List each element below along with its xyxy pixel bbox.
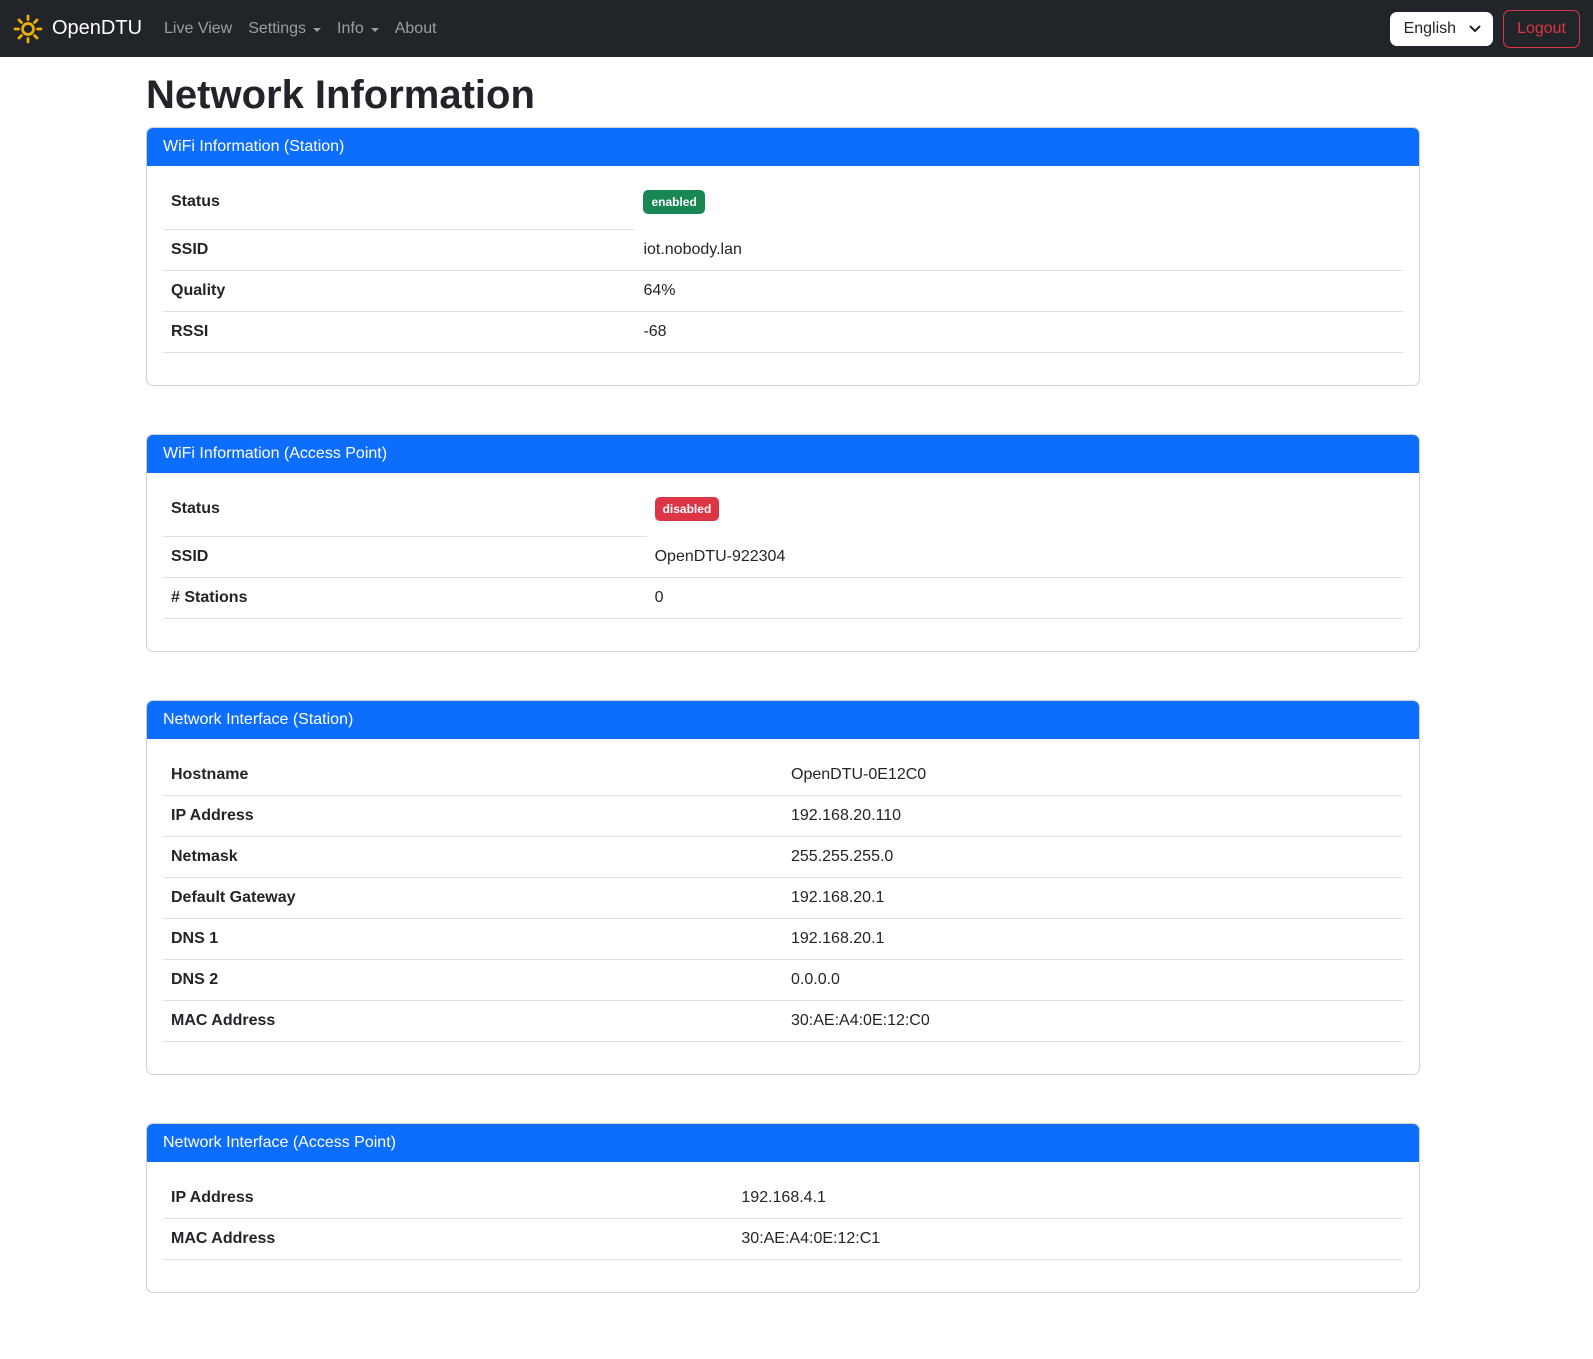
cards-container: WiFi Information (Station)StatusenabledS… — [146, 127, 1420, 1293]
card-header: Network Interface (Access Point) — [147, 1124, 1419, 1162]
info-table: Status disabled SSIDOpenDTU-922304# Statio… — [163, 489, 1403, 619]
table-row: IP Address192.168.20.110 — [163, 796, 1403, 837]
card-header: WiFi Information (Station) — [147, 128, 1419, 166]
card-wifi-information-station: WiFi Information (Station)StatusenabledS… — [146, 127, 1420, 386]
brand-link[interactable]: OpenDTU — [13, 14, 142, 44]
row-label: Status — [163, 489, 647, 537]
row-value: enabled — [635, 182, 1403, 230]
page-title: Network Information — [146, 71, 1420, 119]
sun-icon — [13, 14, 43, 44]
nav-item-about[interactable]: About — [387, 12, 445, 46]
language-select-value: English — [1404, 20, 1456, 37]
nav-item-label: Info — [337, 20, 364, 38]
navbar-right: English Logout — [1390, 10, 1580, 48]
table-row: Netmask255.255.255.0 — [163, 837, 1403, 878]
card-header: WiFi Information (Access Point) — [147, 435, 1419, 473]
chevron-down-icon — [313, 28, 321, 32]
nav-item-info[interactable]: Info — [329, 12, 387, 46]
brand-label: OpenDTU — [52, 17, 142, 40]
nav-item-settings[interactable]: Settings — [240, 12, 329, 46]
card-body: Status disabled SSIDOpenDTU-922304# Statio… — [147, 473, 1419, 651]
row-label: IP Address — [163, 796, 783, 837]
info-table: Status enabled SSIDiot.nobody.lanQuality64… — [163, 182, 1403, 353]
card-network-interface-access-point: Network Interface (Access Point) IP Addre… — [146, 1123, 1420, 1293]
table-row: Status disabled — [163, 489, 1403, 537]
row-label: Status — [163, 182, 635, 230]
row-value: -68 — [635, 312, 1403, 353]
row-value: 0 — [647, 578, 1403, 619]
row-value: disabled — [647, 489, 1403, 537]
row-label: MAC Address — [163, 1001, 783, 1042]
card-body: IP Address192.168.4.1MAC Address30:AE:A4… — [147, 1162, 1419, 1292]
navbar-left: OpenDTU Live View Settings Info About — [13, 12, 445, 46]
info-table: IP Address192.168.4.1MAC Address30:AE:A4… — [163, 1178, 1403, 1260]
status-badge: disabled — [655, 497, 720, 521]
nav-menu: Live View Settings Info About — [156, 12, 445, 46]
table-row: MAC Address30:AE:A4:0E:12:C1 — [163, 1219, 1403, 1260]
row-label: # Stations — [163, 578, 647, 619]
card-network-interface-station: Network Interface (Station) HostnameOpenD… — [146, 700, 1420, 1075]
nav-item-live-view[interactable]: Live View — [156, 12, 240, 46]
table-row: SSIDOpenDTU-922304 — [163, 537, 1403, 578]
row-label: SSID — [163, 230, 635, 271]
chevron-down-icon — [371, 28, 379, 32]
table-row: # Stations0 — [163, 578, 1403, 619]
table-row: RSSI-68 — [163, 312, 1403, 353]
card-wifi-information-access-point: WiFi Information (Access Point) Status dis… — [146, 434, 1420, 652]
row-label: Default Gateway — [163, 878, 783, 919]
navbar: OpenDTU Live View Settings Info About Engli… — [0, 0, 1593, 57]
row-value: OpenDTU-922304 — [647, 537, 1403, 578]
info-table: HostnameOpenDTU-0E12C0IP Address192.168.… — [163, 755, 1403, 1042]
row-value: 255.255.255.0 — [783, 837, 1403, 878]
table-row: Quality64% — [163, 271, 1403, 312]
logout-button[interactable]: Logout — [1503, 10, 1580, 48]
card-body: Status enabled SSIDiot.nobody.lanQuality64… — [147, 166, 1419, 385]
card-header: Network Interface (Station) — [147, 701, 1419, 739]
row-label: IP Address — [163, 1178, 733, 1219]
row-value: 192.168.20.110 — [783, 796, 1403, 837]
row-label: Netmask — [163, 837, 783, 878]
table-row: DNS 20.0.0.0 — [163, 960, 1403, 1001]
nav-item-label: Settings — [248, 20, 306, 38]
card-body: HostnameOpenDTU-0E12C0IP Address192.168.… — [147, 739, 1419, 1074]
row-label: MAC Address — [163, 1219, 733, 1260]
row-label: Quality — [163, 271, 635, 312]
row-value: 30:AE:A4:0E:12:C1 — [733, 1219, 1403, 1260]
table-row: IP Address192.168.4.1 — [163, 1178, 1403, 1219]
row-value: iot.nobody.lan — [635, 230, 1403, 271]
table-row: Default Gateway192.168.20.1 — [163, 878, 1403, 919]
row-value: 192.168.20.1 — [783, 878, 1403, 919]
row-value: 30:AE:A4:0E:12:C0 — [783, 1001, 1403, 1042]
status-badge: enabled — [643, 190, 704, 214]
row-value: OpenDTU-0E12C0 — [783, 755, 1403, 796]
row-label: DNS 1 — [163, 919, 783, 960]
row-value: 64% — [635, 271, 1403, 312]
nav-item-label: Live View — [164, 20, 232, 38]
table-row: DNS 1192.168.20.1 — [163, 919, 1403, 960]
table-row: Status enabled — [163, 182, 1403, 230]
row-label: SSID — [163, 537, 647, 578]
table-row: MAC Address30:AE:A4:0E:12:C0 — [163, 1001, 1403, 1042]
row-value: 192.168.4.1 — [733, 1178, 1403, 1219]
main-content: Network Information WiFi Information (St… — [146, 71, 1420, 1293]
chevron-down-icon — [1469, 25, 1481, 33]
row-label: RSSI — [163, 312, 635, 353]
row-value: 0.0.0.0 — [783, 960, 1403, 1001]
language-select[interactable]: English — [1390, 12, 1493, 46]
nav-item-label: About — [395, 20, 437, 38]
table-row: SSIDiot.nobody.lan — [163, 230, 1403, 271]
table-row: HostnameOpenDTU-0E12C0 — [163, 755, 1403, 796]
row-label: Hostname — [163, 755, 783, 796]
row-label: DNS 2 — [163, 960, 783, 1001]
row-value: 192.168.20.1 — [783, 919, 1403, 960]
